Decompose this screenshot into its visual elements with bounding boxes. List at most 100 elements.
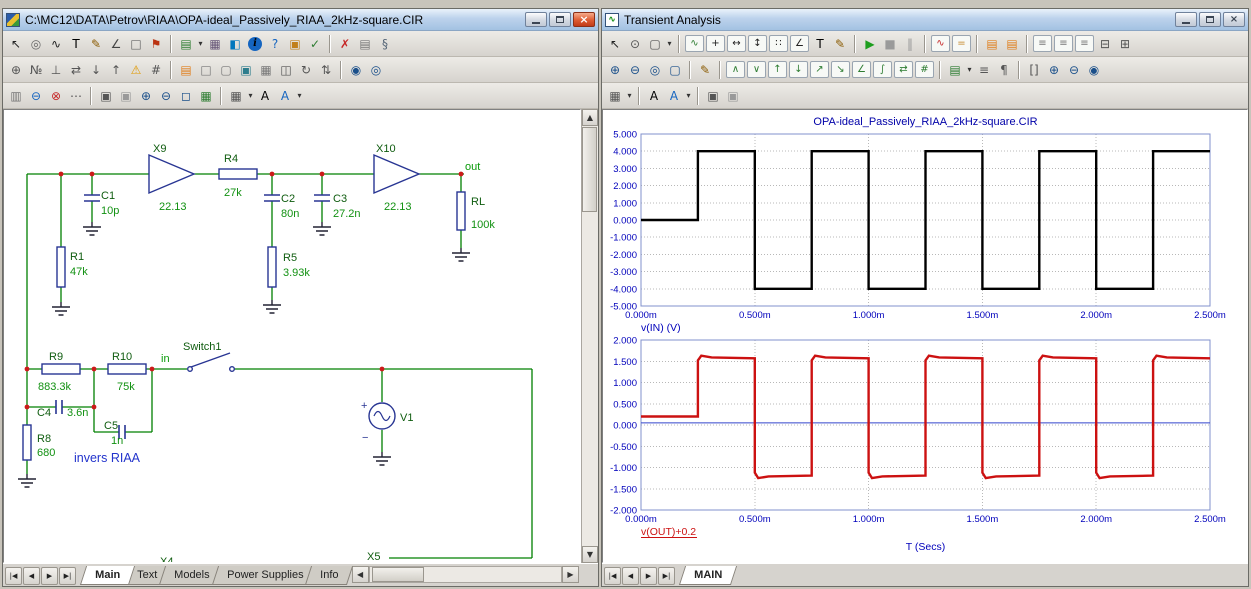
zoom-out-icon[interactable]: ⊖ bbox=[156, 86, 176, 106]
node-numbers-icon[interactable]: № bbox=[26, 60, 46, 80]
copy-graph-icon[interactable]: ▣ bbox=[703, 86, 723, 106]
schematic-label-c2[interactable]: C2 bbox=[281, 193, 295, 205]
scroll-down-icon[interactable]: ▼ bbox=[582, 546, 598, 563]
move-up-icon[interactable]: ↑ bbox=[106, 60, 126, 80]
schematic-label-c4[interactable]: C4 bbox=[37, 407, 51, 419]
component-mode-icon[interactable]: ◎ bbox=[26, 34, 46, 54]
measure-rise-icon[interactable]: ↗ bbox=[810, 61, 829, 78]
schematic-label-c5[interactable]: C5 bbox=[104, 420, 118, 432]
next-page-icon[interactable]: ▶ bbox=[41, 567, 58, 585]
edit-tool-icon[interactable]: ✎ bbox=[830, 34, 850, 54]
scroll-up-icon[interactable]: ▲ bbox=[582, 109, 598, 126]
analysis-titlebar[interactable]: ∿ Transient Analysis × bbox=[602, 9, 1248, 31]
info-mode-icon[interactable]: i bbox=[248, 37, 262, 51]
minimize-button[interactable] bbox=[525, 12, 547, 27]
waveform-plot-area[interactable]: OPA-ideal_Passively_RIAA_2kHz-square.CIR… bbox=[602, 109, 1248, 563]
first-page-icon[interactable]: |◀ bbox=[604, 567, 621, 585]
scroll-right-icon[interactable]: ▶ bbox=[562, 566, 579, 583]
schematic-label-22-13[interactable]: 22.13 bbox=[384, 201, 412, 213]
zoom-in-icon[interactable]: ⊕ bbox=[605, 60, 625, 80]
copy-window-icon[interactable]: ▣ bbox=[723, 86, 743, 106]
schematic-label-invers-riaa[interactable]: invers RIAA bbox=[74, 451, 141, 465]
waveform-label[interactable]: v(OUT)+0.2 bbox=[641, 526, 696, 538]
find-part-icon[interactable]: ◉ bbox=[346, 60, 366, 80]
image-export-icon[interactable]: ▦ bbox=[196, 86, 216, 106]
trace-v-out-0-2[interactable] bbox=[641, 356, 1210, 478]
zoom-out-icon[interactable]: ⊖ bbox=[625, 60, 645, 80]
blank-sheet-icon[interactable]: □ bbox=[196, 60, 216, 80]
schematic-canvas[interactable]: + − bbox=[3, 109, 581, 563]
schematic-drawing[interactable]: + − bbox=[4, 110, 581, 563]
schematic-label-22-13[interactable]: 22.13 bbox=[159, 201, 187, 213]
schematic-label-c3[interactable]: C3 bbox=[333, 193, 347, 205]
operating-point-icon[interactable]: = bbox=[952, 35, 971, 52]
draw-edit-mode-icon[interactable]: ✎ bbox=[86, 34, 106, 54]
restore-button[interactable] bbox=[1199, 12, 1221, 27]
clipboard-copy-dropdown-icon[interactable]: ▾ bbox=[965, 60, 974, 80]
tile-vertical-icon[interactable]: ≡ bbox=[1054, 35, 1073, 52]
enlarge-panel-icon[interactable]: ⊞ bbox=[1115, 34, 1135, 54]
scroll-left-icon[interactable]: ◀ bbox=[352, 566, 369, 583]
schematic-label-rl[interactable]: RL bbox=[471, 196, 485, 208]
schematic-label-3-6n[interactable]: 3.6n bbox=[67, 407, 88, 419]
magnify-in-icon[interactable]: ⊕ bbox=[1044, 60, 1064, 80]
previous-page-icon[interactable]: ◀ bbox=[622, 567, 639, 585]
select-tool-icon[interactable]: ↖ bbox=[6, 34, 26, 54]
move-down-icon[interactable]: ↓ bbox=[86, 60, 106, 80]
horizontal-tag-icon[interactable]: ↔ bbox=[727, 35, 746, 52]
grid-style-icon[interactable]: ▦ bbox=[605, 86, 625, 106]
font-color-icon[interactable]: A bbox=[275, 86, 295, 106]
rotate-part-icon[interactable]: ↻ bbox=[296, 60, 316, 80]
mirror-part-icon[interactable]: ◫ bbox=[276, 60, 296, 80]
minimize-button[interactable] bbox=[1175, 12, 1197, 27]
measure-valley-icon[interactable]: ∨ bbox=[747, 61, 766, 78]
hscrollbar-thumb[interactable] bbox=[372, 567, 424, 582]
add-waveform-icon[interactable]: ∿ bbox=[685, 35, 704, 52]
font-color-icon[interactable]: A bbox=[664, 86, 684, 106]
watch-window-icon[interactable]: ▤ bbox=[1002, 34, 1022, 54]
magnify-out-icon[interactable]: ⊖ bbox=[1064, 60, 1084, 80]
font-icon[interactable]: A bbox=[644, 86, 664, 106]
zoom-area-icon[interactable]: ◻ bbox=[176, 86, 196, 106]
bring-to-front-icon[interactable]: ▣ bbox=[285, 34, 305, 54]
copy-page-icon[interactable]: ▣ bbox=[96, 86, 116, 106]
find-next-icon[interactable]: ◎ bbox=[366, 60, 386, 80]
cursor-mode-icon[interactable]: + bbox=[706, 35, 725, 52]
schematic-label-75k[interactable]: 75k bbox=[117, 381, 135, 393]
measure-high-icon[interactable]: ↑ bbox=[768, 61, 787, 78]
measure-slope-icon[interactable]: ∠ bbox=[852, 61, 871, 78]
stop-button-icon[interactable]: ■ bbox=[880, 34, 900, 54]
measure-fall-icon[interactable]: ↘ bbox=[831, 61, 850, 78]
schematic-label-r8[interactable]: R8 bbox=[37, 433, 51, 445]
schematic-label-883-3k[interactable]: 883.3k bbox=[38, 381, 72, 393]
analysis-limits-icon[interactable]: ∿ bbox=[931, 35, 950, 52]
slope-tag-icon[interactable]: ∠ bbox=[790, 35, 809, 52]
schematic-label-1n[interactable]: 1n bbox=[111, 435, 123, 447]
tag-all-icon[interactable]: ¶ bbox=[994, 60, 1014, 80]
sheet-list-icon[interactable]: ▤ bbox=[355, 34, 375, 54]
measure-peak-icon[interactable]: ∧ bbox=[726, 61, 745, 78]
schematic-label-r9[interactable]: R9 bbox=[49, 351, 63, 363]
graphics-mode-icon[interactable]: □ bbox=[126, 34, 146, 54]
waveform-label[interactable]: v(IN) (V) bbox=[641, 322, 681, 334]
data-points-icon[interactable]: ∷ bbox=[769, 35, 788, 52]
grid-style-icon[interactable]: ▦ bbox=[226, 86, 246, 106]
hscrollbar-track[interactable] bbox=[369, 566, 562, 583]
last-page-icon[interactable]: ▶| bbox=[658, 567, 675, 585]
text-mode-icon[interactable]: T bbox=[66, 34, 86, 54]
clipboard-paste-dropdown-icon[interactable]: ▾ bbox=[196, 34, 205, 54]
last-page-icon[interactable]: ▶| bbox=[59, 567, 76, 585]
zoom-brackets-icon[interactable]: [] bbox=[1024, 60, 1044, 80]
schematic-label-47k[interactable]: 47k bbox=[70, 266, 88, 278]
flag-mode-icon[interactable]: ⚑ bbox=[146, 34, 166, 54]
wire-mode-icon[interactable]: ∿ bbox=[46, 34, 66, 54]
flowchart-shapes-icon[interactable]: ▦ bbox=[205, 34, 225, 54]
clipboard-paste-icon[interactable]: ▤ bbox=[176, 34, 196, 54]
schematic-label-v1[interactable]: V1 bbox=[400, 412, 413, 424]
font-color-dropdown-icon[interactable]: ▾ bbox=[684, 86, 693, 106]
switch[interactable] bbox=[188, 353, 235, 371]
next-page-icon[interactable]: ▶ bbox=[640, 567, 657, 585]
remove-part-icon[interactable]: ✗ bbox=[335, 34, 355, 54]
select-tool-icon[interactable]: ↖ bbox=[605, 34, 625, 54]
probe-mode-icon[interactable]: ⊙ bbox=[625, 34, 645, 54]
